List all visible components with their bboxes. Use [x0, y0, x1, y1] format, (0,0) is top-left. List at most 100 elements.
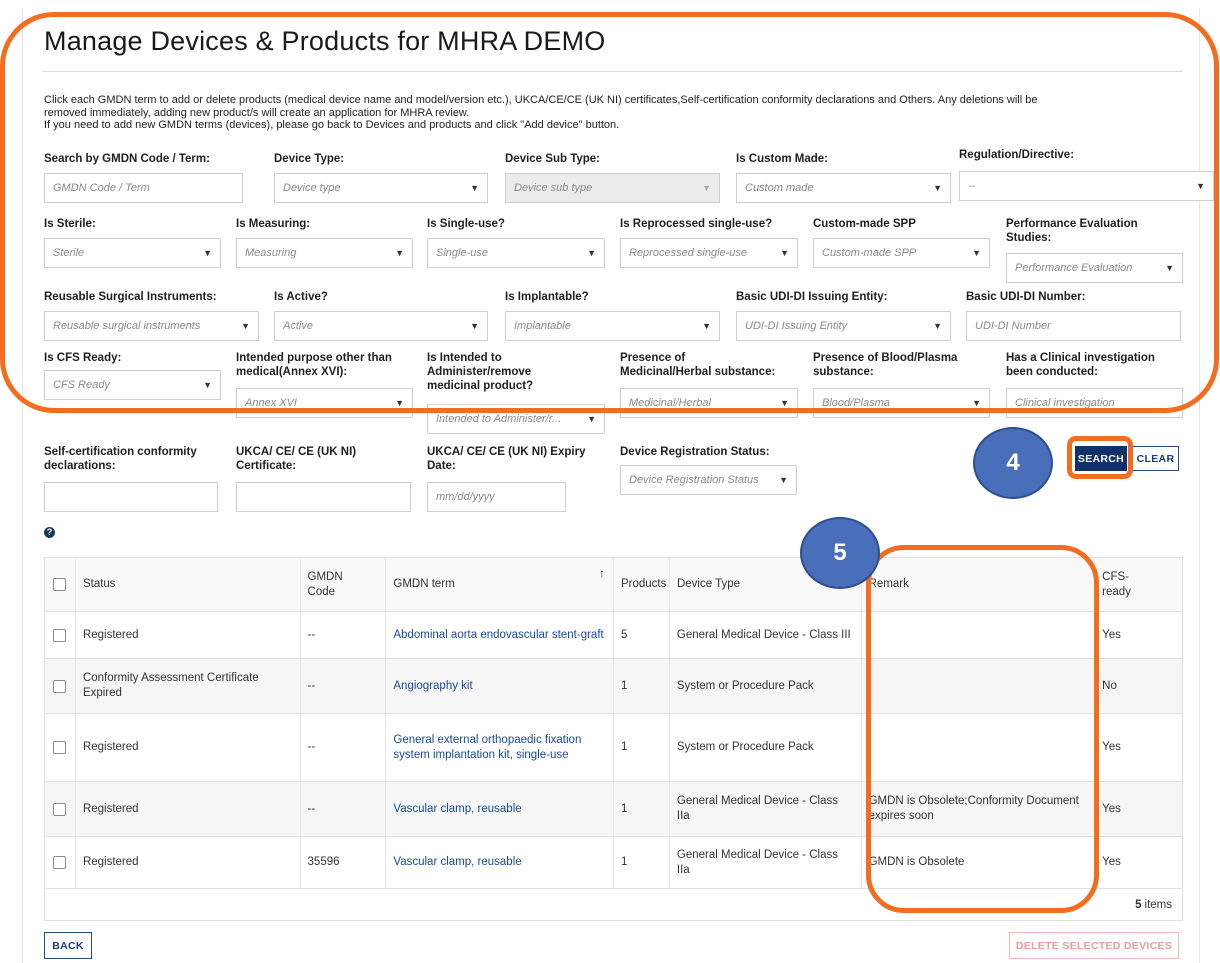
header-gmdn-code-line-2: Code: [307, 585, 336, 598]
implantable-select[interactable]: Implantable ▼: [505, 311, 720, 341]
ukca-cert-input[interactable]: [236, 482, 411, 512]
device-type-cell: General Medical Device - Class III: [670, 612, 862, 658]
row-select-cell: [45, 782, 76, 836]
device-type-select[interactable]: Device type ▼: [274, 173, 488, 203]
reg-status-select[interactable]: Device Registration Status ▼: [620, 465, 797, 495]
clear-button[interactable]: CLEAR: [1132, 446, 1179, 471]
chevron-down-icon: ▼: [702, 321, 711, 331]
reusable-label: Reusable Surgical Instruments:: [44, 291, 217, 303]
gmdn-term-link[interactable]: General external orthopaedic fixation sy…: [386, 714, 614, 781]
gmdn-term-link[interactable]: Vascular clamp, reusable: [386, 782, 614, 836]
single-use-value: Single-use: [436, 247, 488, 259]
udi-number-input[interactable]: UDI-DI Number: [966, 311, 1181, 341]
chevron-down-icon: ▼: [241, 321, 250, 331]
gmdn-search-input[interactable]: GMDN Code / Term: [44, 173, 243, 203]
intro-text: Click each GMDN term to add or delete pr…: [44, 94, 1194, 132]
expiry-date-placeholder: mm/dd/yyyy: [436, 491, 495, 503]
back-button[interactable]: BACK: [44, 932, 92, 959]
status-cell: Registered: [76, 714, 301, 781]
udi-entity-select[interactable]: UDI-DI Issuing Entity ▼: [736, 311, 951, 341]
clinical-value: Clinical investigation: [1015, 397, 1115, 409]
intended-purpose-label-line-2: medical(Annex XVI):: [236, 366, 348, 378]
row-select-cell: [45, 659, 76, 713]
clinical-select[interactable]: Clinical investigation: [1006, 388, 1183, 418]
item-count: 5: [1135, 898, 1142, 911]
row-checkbox[interactable]: [53, 628, 67, 642]
item-count-label: items: [1144, 898, 1172, 911]
intended-purpose-label: Intended purpose other than medical(Annex…: [236, 351, 392, 379]
header-gmdn-term[interactable]: GMDN term ↑: [386, 558, 614, 611]
performance-select[interactable]: Performance Evaluation ▼: [1006, 253, 1183, 283]
status-cell: Conformity Assessment Certificate Expire…: [76, 659, 301, 713]
self-cert-label-line-1: Self-certification conformity: [44, 446, 197, 458]
single-use-select[interactable]: Single-use ▼: [427, 238, 605, 268]
blood-select[interactable]: Blood/Plasma ▼: [813, 388, 990, 418]
custom-spp-select[interactable]: Custom-made SPP ▼: [813, 238, 990, 268]
regulation-value: --: [968, 180, 976, 192]
sort-ascending-icon: ↑: [598, 566, 605, 580]
reprocessed-select[interactable]: Reprocessed single-use ▼: [620, 238, 798, 268]
gmdn-term-link[interactable]: Vascular clamp, reusable: [386, 837, 614, 888]
blood-value: Blood/Plasma: [822, 397, 890, 409]
sterile-label: Is Sterile:: [44, 218, 96, 230]
medicinal-label-line-2: Medicinal/Herbal substance:: [620, 366, 776, 378]
expiry-label-line-1: UKCA/ CE/ CE (UK NI) Expiry: [427, 446, 586, 458]
remark-cell: [862, 659, 1096, 713]
measuring-value: Measuring: [245, 247, 297, 259]
products-cell: 5: [614, 612, 670, 658]
custom-made-select[interactable]: Custom made ▼: [736, 173, 951, 203]
administer-select[interactable]: Intended to Administer/r... ▼: [427, 404, 605, 434]
table-row: Registered -- General external orthopaed…: [45, 714, 1182, 782]
chevron-down-icon: ▼: [702, 183, 711, 193]
active-value: Active: [283, 320, 313, 332]
gmdn-term-link[interactable]: Angiography kit: [386, 659, 614, 713]
delete-selected-button[interactable]: DELETE SELECTED DEVICES: [1009, 932, 1179, 959]
chevron-down-icon: ▼: [972, 248, 981, 258]
chevron-down-icon: ▼: [1196, 181, 1205, 191]
intended-purpose-select[interactable]: Annex XVI ▼: [236, 388, 413, 418]
chevron-down-icon: ▼: [470, 183, 479, 193]
measuring-select[interactable]: Measuring ▼: [236, 238, 413, 268]
self-cert-input[interactable]: [44, 482, 218, 512]
devices-table: Status GMDN Code GMDN term ↑ Products Devi…: [44, 557, 1183, 921]
header-remark[interactable]: Remark: [862, 558, 1096, 611]
blood-label-line-1: Presence of Blood/Plasma: [813, 352, 958, 364]
device-type-label: Device Type:: [274, 153, 345, 165]
help-icon[interactable]: ?: [44, 527, 55, 538]
device-type-cell: General Medical Device - Class IIa: [670, 782, 862, 836]
search-button[interactable]: SEARCH: [1075, 446, 1127, 471]
chevron-down-icon: ▼: [587, 248, 596, 258]
medicinal-select[interactable]: Medicinal/Herbal ▼: [620, 388, 798, 418]
header-gmdn-term-label: GMDN term: [393, 578, 455, 590]
remark-cell: GMDN is Obsolete: [862, 837, 1096, 888]
self-cert-label: Self-certification conformity declaration…: [44, 445, 197, 473]
select-all-checkbox[interactable]: [53, 578, 67, 591]
active-select[interactable]: Active ▼: [274, 311, 488, 341]
row-checkbox[interactable]: [53, 802, 67, 816]
step-5-badge: 5: [800, 517, 880, 589]
performance-label-line-1: Performance Evaluation: [1006, 218, 1138, 230]
cfs-ready-select[interactable]: CFS Ready ▼: [44, 370, 221, 400]
header-products[interactable]: Products: [614, 558, 670, 611]
expiry-date-input[interactable]: mm/dd/yyyy: [427, 482, 566, 512]
gmdn-term-link[interactable]: Abdominal aorta endovascular stent-graft: [386, 612, 614, 658]
custom-spp-value: Custom-made SPP: [822, 247, 917, 259]
header-cfs-ready[interactable]: CFS-ready: [1095, 558, 1182, 611]
gmdn-search-label: Search by GMDN Code / Term:: [44, 153, 210, 165]
header-status[interactable]: Status: [76, 558, 301, 611]
device-type-cell: General Medical Device - Class IIa: [670, 837, 862, 888]
table-row: Registered -- Vascular clamp, reusable 1…: [45, 782, 1182, 837]
row-checkbox[interactable]: [53, 856, 67, 869]
reusable-select[interactable]: Reusable surgical instruments ▼: [44, 311, 259, 341]
cfs-ready-label: Is CFS Ready:: [44, 352, 122, 364]
row-checkbox[interactable]: [53, 679, 67, 693]
sterile-select[interactable]: Sterile ▼: [44, 238, 221, 268]
chevron-down-icon: ▼: [470, 321, 479, 331]
ukca-cert-label-line-2: Certificate:: [236, 460, 297, 472]
row-checkbox[interactable]: [53, 741, 67, 754]
cfs-ready-cell: Yes: [1102, 741, 1121, 753]
header-gmdn-code[interactable]: GMDN Code: [301, 558, 387, 611]
header-cfs-line-2: ready: [1102, 585, 1131, 598]
device-sub-type-select[interactable]: Device sub type ▼: [505, 173, 720, 203]
regulation-select[interactable]: -- ▼: [959, 171, 1214, 201]
